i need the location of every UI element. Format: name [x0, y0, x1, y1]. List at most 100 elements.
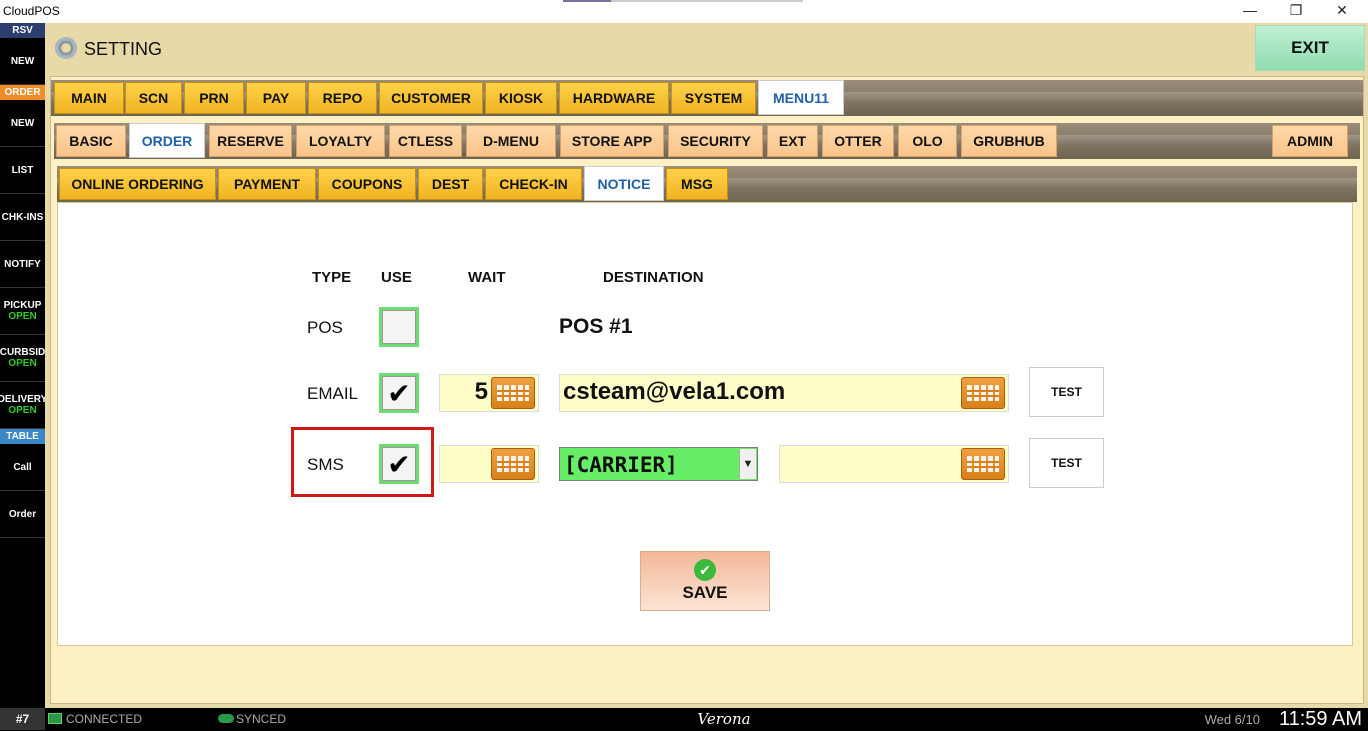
tab-customer[interactable]: CUSTOMER	[379, 82, 483, 114]
main-area: SETTING EXIT MAIN SCN PRN PAY REPO CUSTO…	[45, 23, 1368, 708]
tab-coupons[interactable]: COUPONS	[318, 168, 416, 200]
tab-kiosk[interactable]: KIOSK	[485, 82, 557, 114]
tab-dest[interactable]: DEST	[418, 168, 483, 200]
tab-basic[interactable]: BASIC	[56, 125, 126, 157]
tab-prn[interactable]: PRN	[184, 82, 244, 114]
row-type-pos: POS	[307, 318, 343, 337]
checkbox-box	[382, 310, 416, 344]
exit-button[interactable]: EXIT	[1255, 25, 1365, 71]
tab-main[interactable]: MAIN	[54, 82, 124, 114]
status-bar: #7 CONNECTED SYNCED Verona Wed 6/10 11:5…	[0, 708, 1368, 730]
keyboard-icon[interactable]	[961, 377, 1005, 409]
store-name: Verona	[697, 710, 751, 728]
tab-system[interactable]: SYSTEM	[671, 82, 756, 114]
sidebar-item-curbside[interactable]: CURBSID OPEN	[0, 335, 45, 382]
sms-test-button[interactable]: TEST	[1029, 438, 1104, 488]
title-drag-indicator	[563, 0, 803, 2]
check-circle-icon: ✔	[694, 559, 716, 581]
keyboard-icon[interactable]	[961, 448, 1005, 480]
tab-reserve[interactable]: RESERVE	[209, 125, 292, 157]
tab-store-app[interactable]: STORE APP	[560, 125, 664, 157]
window-titlebar: CloudPOS — ❐ ✕	[0, 0, 1368, 23]
tabs-level2: BASIC ORDER RESERVE LOYALTY CTLESS D-MEN…	[54, 123, 1360, 159]
sidebar-item-notify[interactable]: NOTIFY	[0, 241, 45, 288]
tab-notice[interactable]: NOTICE	[584, 166, 664, 201]
tab-pay[interactable]: PAY	[246, 82, 306, 114]
gear-icon	[55, 37, 77, 59]
sidebar-item-label: NEW	[10, 117, 35, 129]
status-time: 11:59 AM	[1278, 708, 1362, 730]
check-mark-icon: ✔	[382, 447, 416, 481]
sidebar-section-table: TABLE	[0, 429, 45, 444]
sidebar-item-chk-ins[interactable]: CHK-INS	[0, 194, 45, 241]
save-label: SAVE	[682, 583, 728, 602]
tab-repo[interactable]: REPO	[308, 82, 377, 114]
sidebar-item-label: CHK-INS	[1, 211, 44, 223]
email-test-button[interactable]: TEST	[1029, 367, 1104, 417]
col-destination: DESTINATION	[603, 269, 704, 286]
tab-ext[interactable]: EXT	[767, 125, 818, 157]
window-title: CloudPOS	[3, 4, 60, 18]
tab-ctless[interactable]: CTLESS	[389, 125, 462, 157]
tab-payment[interactable]: PAYMENT	[218, 168, 316, 200]
restore-button[interactable]: ❐	[1273, 0, 1319, 23]
sidebar-item-label: Call	[13, 461, 32, 473]
tab-d-menu[interactable]: D-MENU	[466, 125, 556, 157]
sidebar-item-status: OPEN	[8, 358, 37, 369]
sms-destination-field[interactable]	[779, 445, 1009, 483]
chevron-down-icon[interactable]: ▼	[739, 449, 756, 479]
tab-grubhub[interactable]: GRUBHUB	[961, 125, 1057, 157]
tab-order[interactable]: ORDER	[129, 123, 205, 158]
keyboard-icon[interactable]	[491, 448, 535, 480]
sms-carrier-select[interactable]: [CARRIER] ▼	[559, 447, 758, 481]
sidebar-section-order: ORDER	[0, 85, 45, 100]
tabs-level1: MAIN SCN PRN PAY REPO CUSTOMER KIOSK HAR…	[51, 80, 1363, 116]
sidebar-item-label: DELIVERY	[0, 394, 45, 405]
email-use-checkbox[interactable]: ✔	[379, 373, 419, 413]
sidebar: RSV NEW ORDER NEW LIST CHK-INS NOTIFY PI…	[0, 23, 45, 708]
notice-content: TYPE USE WAIT DESTINATION POS POS #1 EMA…	[57, 202, 1353, 646]
sidebar-item-table-order[interactable]: Order	[0, 491, 45, 538]
sidebar-item-label: NOTIFY	[4, 258, 41, 270]
sidebar-item-list[interactable]: LIST	[0, 147, 45, 194]
minimize-button[interactable]: —	[1227, 0, 1273, 23]
sidebar-item-delivery[interactable]: DELIVERY OPEN	[0, 382, 45, 429]
tab-check-in[interactable]: CHECK-IN	[485, 168, 582, 200]
col-type: TYPE	[312, 269, 352, 286]
tab-otter[interactable]: OTTER	[822, 125, 894, 157]
sms-use-checkbox[interactable]: ✔	[379, 444, 419, 484]
header: SETTING EXIT	[45, 23, 1368, 75]
close-button[interactable]: ✕	[1319, 0, 1365, 23]
tab-msg[interactable]: MSG	[666, 168, 728, 200]
sidebar-item-label: LIST	[11, 164, 34, 176]
email-wait-field[interactable]: 5	[439, 374, 539, 412]
email-destination-field[interactable]: csteam@vela1.com	[559, 374, 1009, 412]
tab-olo[interactable]: OLO	[898, 125, 957, 157]
tab-hardware[interactable]: HARDWARE	[559, 82, 669, 114]
sidebar-item-order-new[interactable]: NEW	[0, 100, 45, 147]
sidebar-item-label: PICKUP	[3, 300, 42, 311]
sidebar-item-status: OPEN	[8, 311, 37, 322]
sidebar-item-pickup[interactable]: PICKUP OPEN	[0, 288, 45, 335]
sms-wait-field[interactable]	[439, 445, 539, 483]
sidebar-item-rsv-new[interactable]: NEW	[0, 38, 45, 85]
status-date: Wed 6/10	[1204, 712, 1260, 727]
tab-security[interactable]: SECURITY	[668, 125, 763, 157]
row-type-email: EMAIL	[307, 384, 359, 403]
save-button[interactable]: ✔ SAVE	[640, 551, 770, 611]
sidebar-item-label: Order	[8, 508, 37, 520]
tab-loyalty[interactable]: LOYALTY	[296, 125, 385, 157]
tab-online-ordering[interactable]: ONLINE ORDERING	[59, 168, 216, 200]
sidebar-item-call[interactable]: Call	[0, 444, 45, 491]
sidebar-item-label: CURBSID	[0, 347, 45, 358]
tab-scn[interactable]: SCN	[125, 82, 182, 114]
sms-carrier-value: [CARRIER]	[564, 453, 678, 477]
email-wait-value: 5	[474, 378, 488, 405]
keyboard-icon[interactable]	[491, 377, 535, 409]
tab-admin[interactable]: ADMIN	[1272, 125, 1348, 157]
tab-menu11[interactable]: MENU11	[758, 80, 844, 115]
pos-use-checkbox[interactable]	[379, 307, 419, 347]
row-type-sms: SMS	[307, 455, 344, 474]
col-use: USE	[381, 269, 412, 286]
sidebar-section-rsv: RSV	[0, 23, 45, 38]
